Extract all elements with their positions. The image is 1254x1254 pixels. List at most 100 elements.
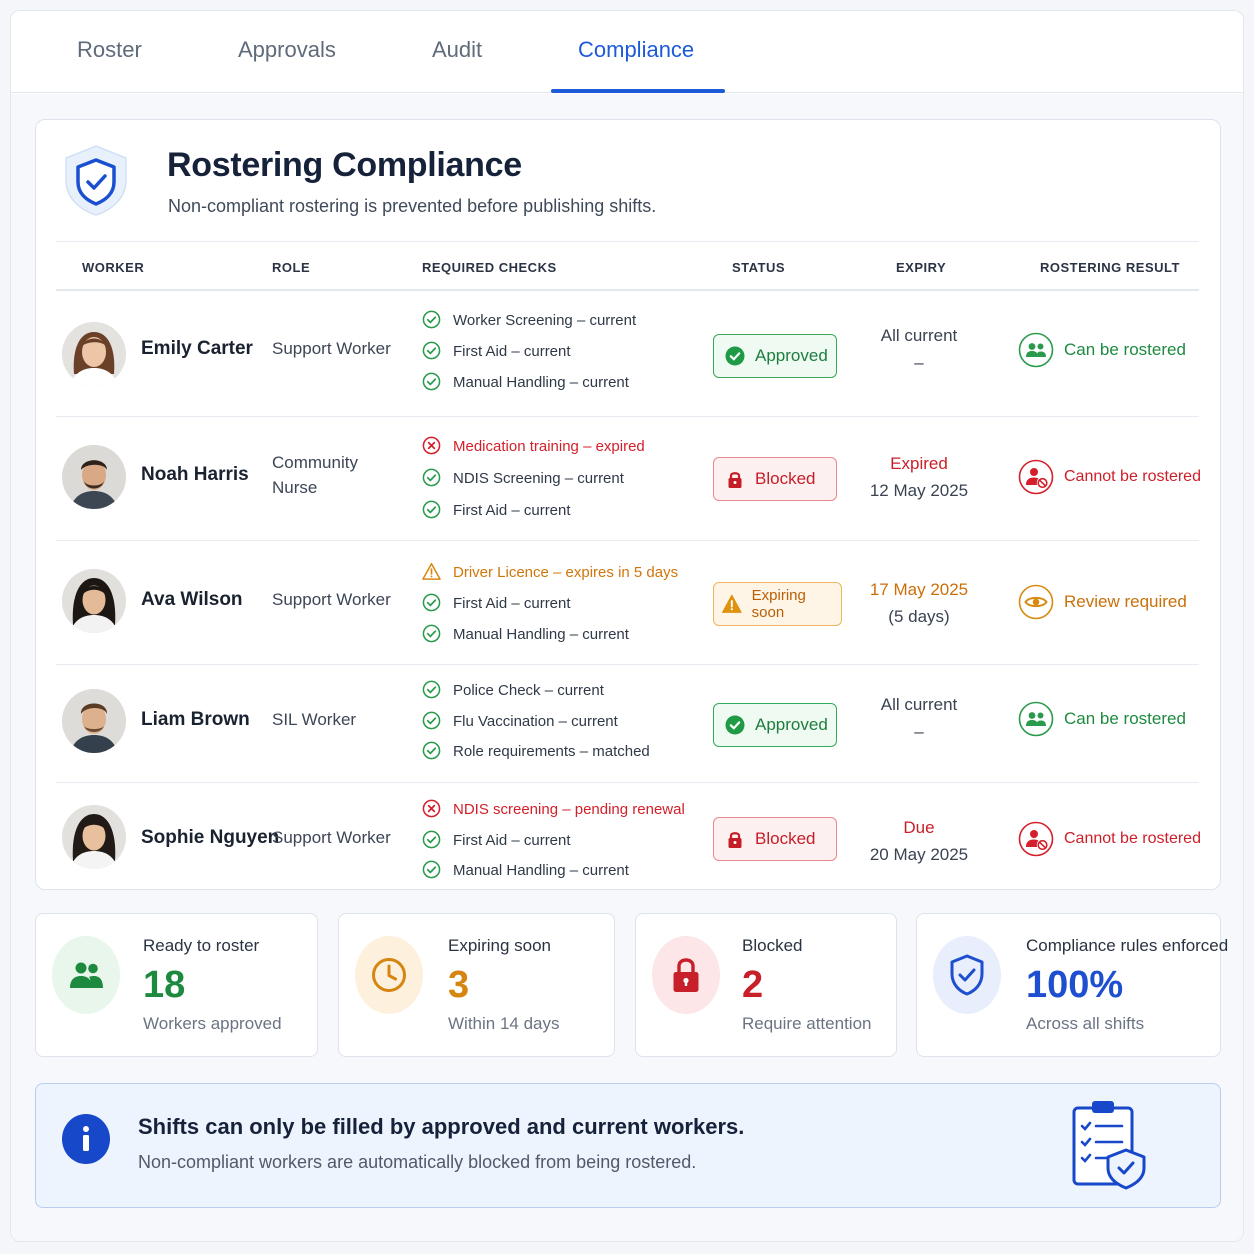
table-row[interactable]: Sophie Nguyen Support Worker NDIS screen… bbox=[56, 783, 1201, 889]
user-blocked-icon bbox=[1018, 459, 1054, 495]
banner-title: Shifts can only be filled by approved an… bbox=[138, 1114, 745, 1139]
worker-name: Sophie Nguyen bbox=[141, 827, 280, 848]
worker-role: Community Nurse bbox=[272, 453, 358, 497]
active-tab-indicator bbox=[551, 89, 725, 93]
check-circle-icon bbox=[422, 468, 441, 487]
rostering-result: Can be rostered bbox=[1018, 701, 1186, 737]
status-badge: Approved bbox=[713, 334, 837, 378]
status-badge: Blocked bbox=[713, 457, 837, 501]
check-item: Driver Licence – expires in 5 days bbox=[422, 562, 678, 581]
check-item: NDIS Screening – current bbox=[422, 468, 624, 487]
worker-role: Support Worker bbox=[272, 828, 391, 847]
check-item: Manual Handling – current bbox=[422, 372, 629, 391]
stat-value: 100% bbox=[1026, 964, 1124, 1006]
compliance-card: Rostering Compliance Non-compliant roste… bbox=[35, 119, 1221, 890]
worker-name: Ava Wilson bbox=[141, 589, 243, 610]
header-rostering-result: ROSTERING RESULT bbox=[1040, 260, 1180, 275]
info-icon bbox=[62, 1114, 110, 1164]
check-item: Police Check – current bbox=[422, 680, 604, 699]
table-header: WORKER ROLE REQUIRED CHECKS STATUS EXPIR… bbox=[56, 241, 1199, 291]
worker-role: Support Worker bbox=[272, 590, 391, 609]
page-title: Rostering Compliance bbox=[167, 146, 522, 184]
shield-check-icon bbox=[933, 936, 1001, 1014]
tab-roster[interactable]: Roster bbox=[77, 37, 142, 63]
check-circle-icon bbox=[422, 711, 441, 730]
worker-name: Liam Brown bbox=[141, 709, 250, 730]
lock-icon bbox=[652, 936, 720, 1014]
stat-card-expiring[interactable]: Expiring soon 3 Within 14 days bbox=[338, 913, 615, 1057]
stat-subtext: Within 14 days bbox=[448, 1014, 560, 1033]
stat-value: 18 bbox=[143, 964, 186, 1006]
app-window: Roster Approvals Audit Compliance Roster… bbox=[10, 10, 1244, 1242]
page-subtitle: Non-compliant rostering is prevented bef… bbox=[168, 196, 657, 216]
table-row[interactable]: Ava Wilson Support Worker Driver Licence… bbox=[56, 541, 1199, 665]
check-circle-icon bbox=[422, 680, 441, 699]
check-item: First Aid – current bbox=[422, 341, 571, 360]
table-row[interactable]: Noah Harris Community Nurse Medication t… bbox=[56, 417, 1201, 541]
stat-subtext: Workers approved bbox=[143, 1014, 282, 1033]
stat-value: 2 bbox=[742, 964, 764, 1006]
worker-name: Noah Harris bbox=[141, 464, 249, 485]
tab-approvals[interactable]: Approvals bbox=[238, 37, 336, 63]
rostering-result: Can be rostered bbox=[1018, 332, 1186, 368]
expiry-cell: All current – bbox=[880, 326, 958, 372]
avatar bbox=[62, 445, 126, 509]
expiry-cell: All current – bbox=[880, 695, 958, 741]
stat-label: Compliance rules enforced bbox=[1026, 936, 1229, 955]
header-required-checks: REQUIRED CHECKS bbox=[422, 260, 557, 275]
stat-value: 3 bbox=[448, 964, 470, 1006]
check-circle-icon bbox=[422, 310, 441, 329]
check-item: First Aid – current bbox=[422, 830, 571, 849]
x-circle-icon bbox=[422, 799, 441, 818]
users-icon bbox=[1018, 332, 1054, 368]
lock-icon bbox=[728, 832, 742, 848]
check-item: Role requirements – matched bbox=[422, 741, 650, 760]
check-circle-icon bbox=[422, 741, 441, 760]
users-icon bbox=[1018, 701, 1054, 737]
info-banner: Shifts can only be filled by approved an… bbox=[35, 1083, 1221, 1208]
stat-subtext: Require attention bbox=[742, 1014, 872, 1033]
tab-audit[interactable]: Audit bbox=[432, 37, 482, 63]
eye-icon bbox=[1018, 584, 1054, 620]
avatar bbox=[62, 322, 126, 386]
tab-bar: Roster Approvals Audit Compliance bbox=[11, 11, 1243, 93]
stat-subtext: Across all shifts bbox=[1026, 1014, 1145, 1033]
check-item: Worker Screening – current bbox=[422, 310, 636, 329]
header-role: ROLE bbox=[272, 260, 311, 275]
rostering-result: Cannot be rostered bbox=[1018, 821, 1201, 857]
avatar bbox=[62, 569, 126, 633]
worker-role: SIL Worker bbox=[272, 710, 357, 729]
rostering-result: Cannot be rostered bbox=[1018, 459, 1201, 495]
check-item: NDIS screening – pending renewal bbox=[422, 799, 685, 818]
check-item: Medication training – expired bbox=[422, 436, 645, 455]
lock-icon bbox=[728, 472, 742, 488]
check-circle-icon bbox=[422, 624, 441, 643]
check-item: First Aid – current bbox=[422, 593, 571, 612]
expiry-cell: Expired 12 May 2025 bbox=[869, 454, 969, 500]
header-expiry: EXPIRY bbox=[896, 260, 947, 275]
check-circle-icon bbox=[422, 593, 441, 612]
warning-triangle-icon bbox=[722, 594, 742, 613]
shield-check-icon bbox=[62, 144, 130, 216]
check-filled-icon bbox=[725, 346, 745, 366]
tab-compliance[interactable]: Compliance bbox=[578, 37, 694, 63]
avatar bbox=[62, 805, 126, 869]
check-item: Flu Vaccination – current bbox=[422, 711, 618, 730]
check-item: Manual Handling – current bbox=[422, 624, 629, 643]
check-circle-icon bbox=[422, 500, 441, 519]
user-blocked-icon bbox=[1018, 821, 1054, 857]
stat-card-blocked[interactable]: Blocked 2 Require attention bbox=[635, 913, 897, 1057]
users-icon bbox=[52, 936, 120, 1014]
check-circle-icon bbox=[422, 830, 441, 849]
worker-name: Emily Carter bbox=[141, 338, 253, 359]
rostering-result: Review required bbox=[1018, 584, 1187, 620]
stat-label: Expiring soon bbox=[448, 936, 552, 955]
stat-card-compliance[interactable]: Compliance rules enforced 100% Across al… bbox=[916, 913, 1228, 1057]
worker-role: Support Worker bbox=[272, 339, 391, 358]
check-filled-icon bbox=[725, 715, 745, 735]
stat-label: Ready to roster bbox=[143, 936, 260, 955]
table-row[interactable]: Emily Carter Support Worker Worker Scree… bbox=[56, 292, 1199, 417]
table-row[interactable]: Liam Brown SIL Worker Police Check – cur… bbox=[56, 665, 1199, 783]
stat-card-ready[interactable]: Ready to roster 18 Workers approved bbox=[35, 913, 318, 1057]
check-item: First Aid – current bbox=[422, 500, 571, 519]
